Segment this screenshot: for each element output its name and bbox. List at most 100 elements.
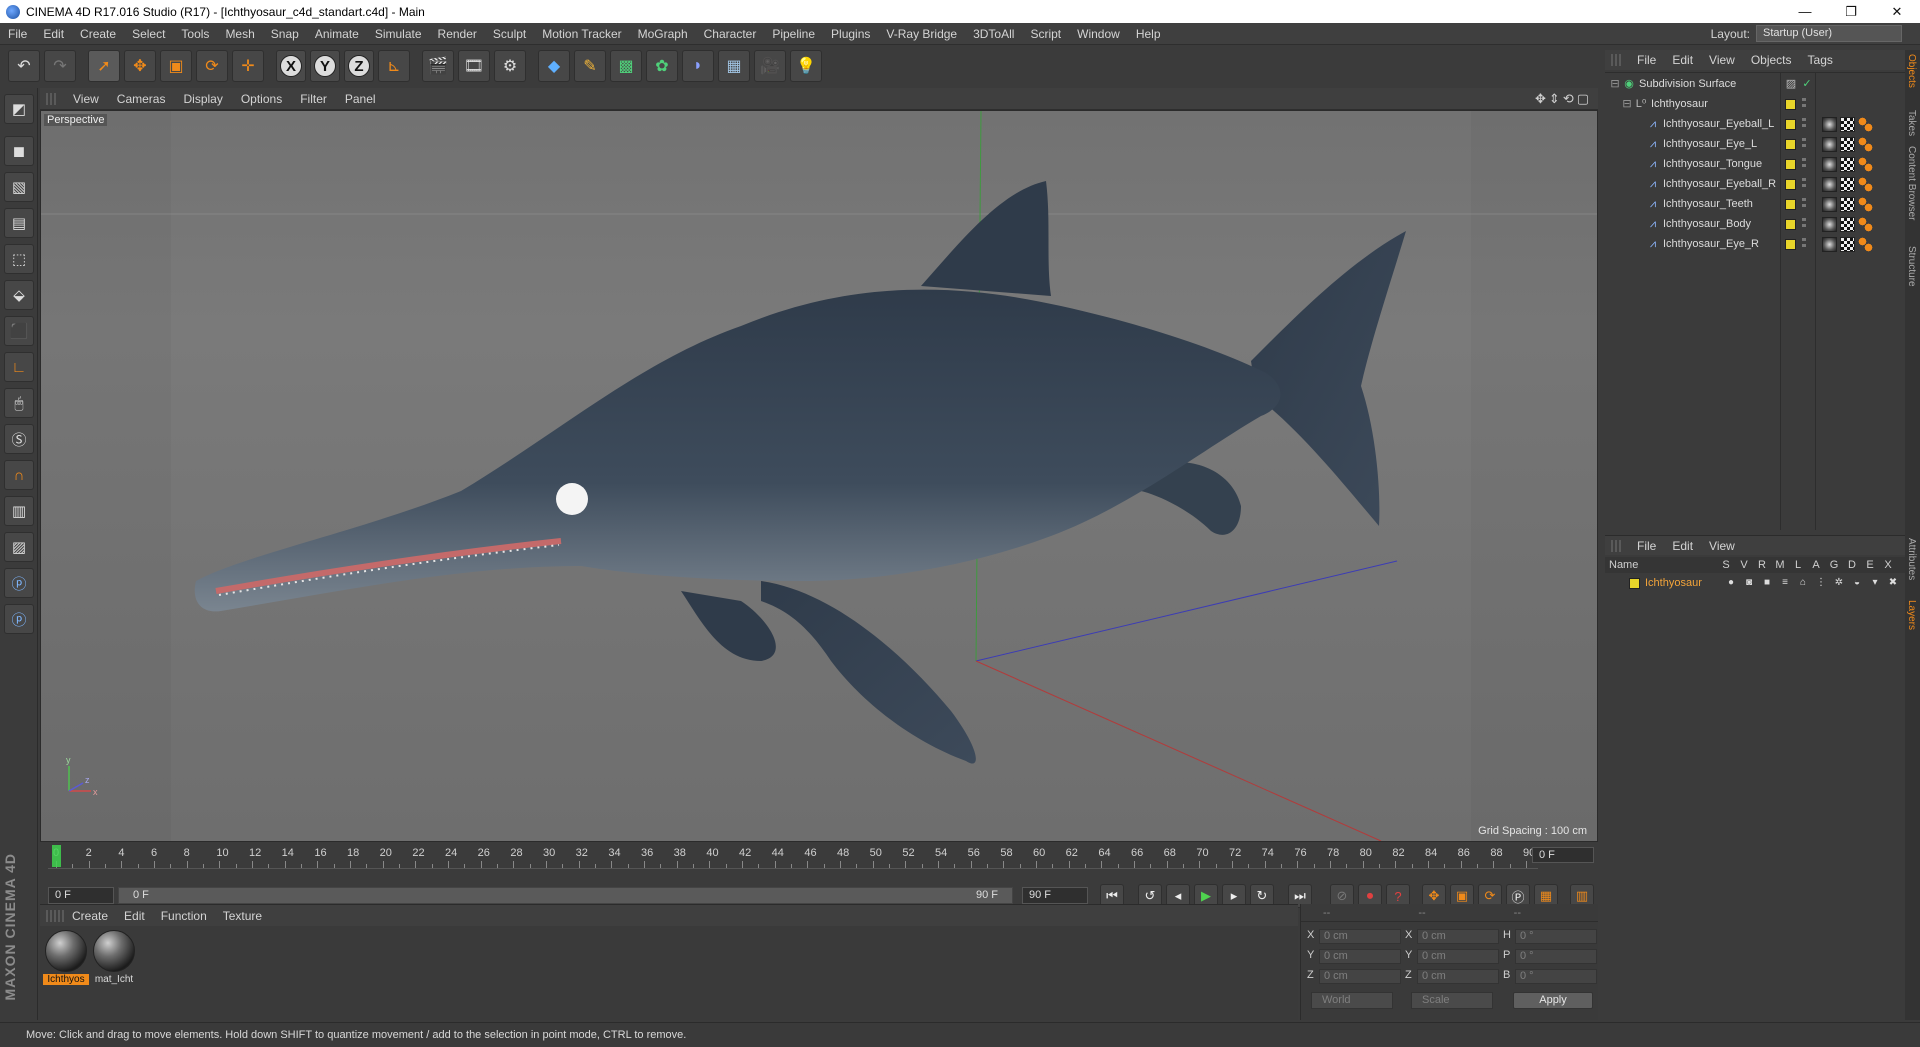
model-mode-icon[interactable]: ◼ [4, 136, 34, 166]
tab-objects[interactable]: Objects [1906, 54, 1917, 88]
panel-grip-icon[interactable] [1611, 539, 1621, 552]
rotation-b-field[interactable]: 0 ° [1515, 969, 1597, 984]
start-frame-field[interactable]: 0 F [48, 887, 114, 904]
menu-3dtoall[interactable]: 3DToAll [965, 27, 1022, 41]
current-frame-field[interactable]: 0 F [1532, 847, 1594, 863]
menu-simulate[interactable]: Simulate [367, 27, 430, 41]
recent-tool-icon[interactable]: ✛ [232, 50, 264, 82]
object-row[interactable]: ⊟ ◉ Subdivision Surface ▨ ✓ [1605, 75, 1905, 95]
object-row[interactable]: ⩘ Ichthyosaur_Eye_R [1605, 235, 1905, 255]
view-toggle-icon[interactable]: ◙ [1742, 577, 1756, 588]
material-swatch[interactable]: Ichthyos [43, 930, 89, 985]
tweak-mode-icon[interactable]: 🖱 [4, 388, 34, 418]
floor-icon[interactable]: ▦ [718, 50, 750, 82]
visibility-dots-icon[interactable] [1802, 118, 1806, 130]
python-script-icon[interactable]: ⓟ [4, 568, 34, 598]
xref-toggle-icon[interactable]: ✖ [1886, 577, 1900, 588]
planar-workplane-icon[interactable]: ▨ [4, 532, 34, 562]
uvw-tag-icon[interactable] [1840, 237, 1855, 252]
light-icon[interactable]: 💡 [790, 50, 822, 82]
viewport-navigation-icons[interactable]: ✥⇕⟲▢ [1535, 91, 1592, 107]
lock-toggle-icon[interactable]: ⌂ [1796, 577, 1810, 588]
menu-vray-bridge[interactable]: V-Ray Bridge [878, 27, 965, 41]
polygons-mode-icon[interactable]: ⬛ [4, 316, 34, 346]
expressions-toggle-icon[interactable]: ▾ [1868, 577, 1882, 588]
object-row[interactable]: ⩘ Ichthyosaur_Body [1605, 215, 1905, 235]
selection-tag-icon[interactable] [1858, 177, 1873, 192]
perspective-viewport[interactable]: y x z Perspective Grid Spacing : 100 cm [40, 110, 1598, 842]
selection-tag-icon[interactable] [1858, 237, 1873, 252]
coordinate-system-icon[interactable]: ⊾ [378, 50, 410, 82]
menu-pipeline[interactable]: Pipeline [764, 27, 823, 41]
object-menu-tags[interactable]: Tags [1800, 53, 1841, 67]
tab-structure[interactable]: Structure [1906, 246, 1917, 287]
position-y-field[interactable]: 0 cm [1319, 949, 1401, 964]
animation-toggle-icon[interactable]: ⋮ [1814, 577, 1828, 588]
viewport-menu-display[interactable]: Display [174, 92, 231, 106]
manager-toggle-icon[interactable]: ≡ [1778, 577, 1792, 588]
visibility-dots-icon[interactable] [1802, 138, 1806, 150]
layer-color-swatch[interactable] [1629, 578, 1640, 589]
object-menu-view[interactable]: View [1701, 53, 1743, 67]
cloner-icon[interactable]: ✿ [646, 50, 678, 82]
restore-button[interactable]: ❐ [1828, 0, 1874, 23]
solo-toggle-icon[interactable]: ● [1724, 577, 1738, 588]
menu-character[interactable]: Character [696, 27, 765, 41]
workplane-icon[interactable]: ▤ [4, 208, 34, 238]
menu-sculpt[interactable]: Sculpt [485, 27, 534, 41]
rotation-p-field[interactable]: 0 ° [1515, 949, 1597, 964]
layer-color-tag[interactable] [1785, 179, 1796, 190]
material-tag-icon[interactable] [1822, 157, 1837, 172]
redo-icon[interactable]: ↷ [44, 50, 76, 82]
menu-window[interactable]: Window [1069, 27, 1128, 41]
layout-dropdown[interactable]: Startup (User) [1756, 25, 1902, 42]
uvw-tag-icon[interactable] [1840, 217, 1855, 232]
size-z-field[interactable]: 0 cm [1417, 969, 1499, 984]
axis-mode-icon[interactable]: ∟ [4, 352, 34, 382]
subdivision-surface-icon[interactable]: ▩ [610, 50, 642, 82]
object-menu-file[interactable]: File [1629, 53, 1664, 67]
menu-mograph[interactable]: MoGraph [630, 27, 696, 41]
layer-menu-view[interactable]: View [1701, 539, 1743, 553]
menu-script[interactable]: Script [1022, 27, 1069, 41]
make-editable-icon[interactable]: ◩ [4, 94, 34, 124]
menu-mesh[interactable]: Mesh [217, 27, 262, 41]
timeline-playhead[interactable] [52, 845, 61, 867]
material-menu-function[interactable]: Function [153, 909, 215, 923]
workplane-lock-icon[interactable]: ▥ [4, 496, 34, 526]
visibility-dots-icon[interactable] [1802, 98, 1806, 110]
size-mode-dropdown[interactable]: Scale [1411, 992, 1493, 1009]
render-view-icon[interactable]: 🎬 [422, 50, 454, 82]
expand-icon[interactable]: ⊟ [1621, 98, 1633, 110]
expand-icon[interactable]: ⊟ [1609, 78, 1621, 90]
rotation-h-field[interactable]: 0 ° [1515, 929, 1597, 944]
material-menu-texture[interactable]: Texture [215, 909, 270, 923]
render-picture-viewer-icon[interactable]: 🎞 [458, 50, 490, 82]
material-tag-icon[interactable] [1822, 117, 1837, 132]
panel-grip-icon[interactable] [46, 909, 64, 922]
layer-color-tag[interactable] [1785, 99, 1796, 110]
uvw-tag-icon[interactable] [1840, 197, 1855, 212]
menu-tools[interactable]: Tools [173, 27, 217, 41]
position-x-field[interactable]: 0 cm [1319, 929, 1401, 944]
layer-color-tag[interactable] [1785, 159, 1796, 170]
apply-button[interactable]: Apply [1513, 992, 1593, 1009]
pen-spline-icon[interactable]: ✎ [574, 50, 606, 82]
uvw-tag-icon[interactable] [1840, 117, 1855, 132]
menu-plugins[interactable]: Plugins [823, 27, 878, 41]
object-row[interactable]: ⩘ Ichthyosaur_Eyeball_L [1605, 115, 1905, 135]
end-frame-field[interactable]: 90 F [1022, 887, 1088, 904]
camera-label[interactable]: Perspective [44, 114, 108, 126]
viewport-menu-cameras[interactable]: Cameras [108, 92, 175, 106]
undo-icon[interactable]: ↶ [8, 50, 40, 82]
material-tag-icon[interactable] [1822, 237, 1837, 252]
menu-motion-tracker[interactable]: Motion Tracker [534, 27, 629, 41]
live-selection-icon[interactable]: ➚ [88, 50, 120, 82]
layer-color-tag[interactable] [1785, 219, 1796, 230]
render-settings-icon[interactable]: ⚙ [494, 50, 526, 82]
points-mode-icon[interactable]: ⬚ [4, 244, 34, 274]
panel-grip-icon[interactable] [1611, 54, 1621, 66]
deformers-toggle-icon[interactable]: ◒ [1850, 577, 1864, 588]
menu-select[interactable]: Select [124, 27, 173, 41]
python-script-2-icon[interactable]: ⓟ [4, 604, 34, 634]
